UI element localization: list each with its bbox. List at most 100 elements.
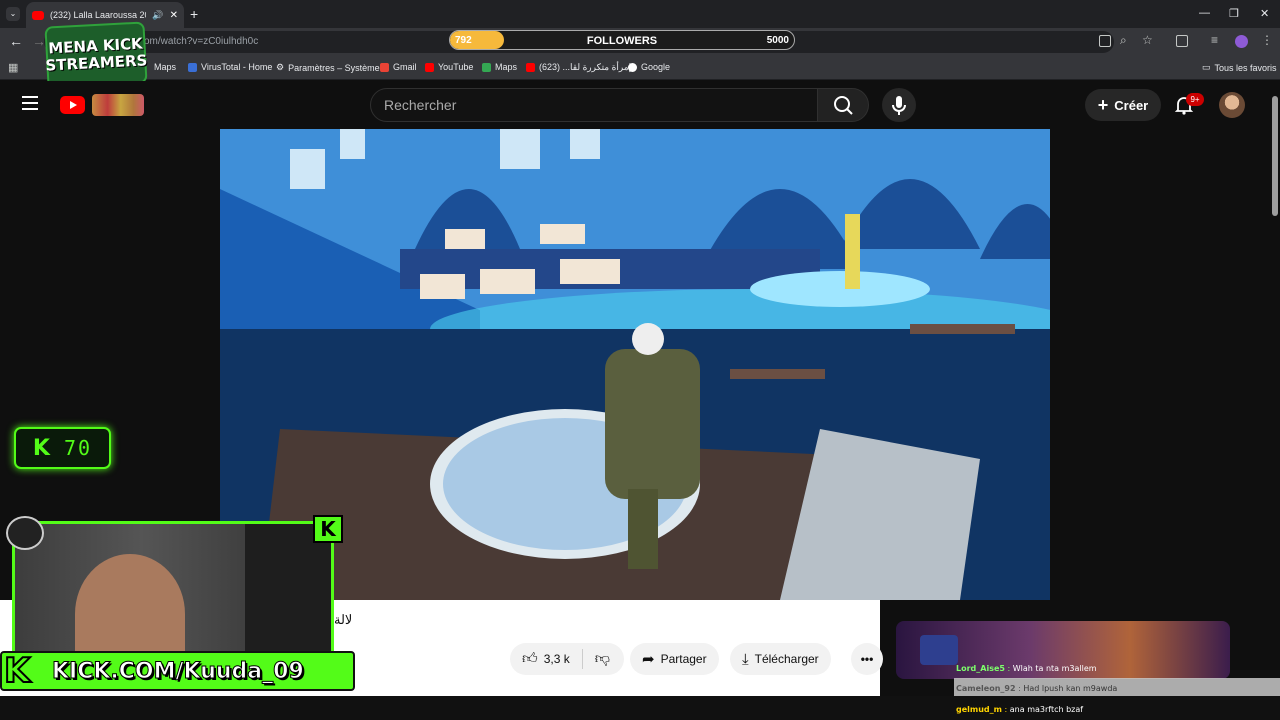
bookmark-maps[interactable]: Maps [154, 62, 176, 72]
chat-username: gelmud_m [956, 705, 1002, 714]
followers-label: FOLLOWERS [586, 35, 658, 47]
window-close-button[interactable]: ✕ [1260, 7, 1269, 20]
zoom-icon[interactable]: ⌕ [1120, 33, 1127, 48]
followers-goal-bar: 792 FOLLOWERS 5000 [449, 30, 795, 50]
youtube-icon [526, 63, 535, 72]
plus-icon: + [1097, 94, 1109, 115]
doodle-figures [92, 94, 144, 116]
bookmark-label: Maps [154, 62, 177, 72]
divider [581, 649, 583, 669]
gear-icon: ⚙ [276, 62, 285, 72]
mena-kick-streamers-logo: MENA KICK STREAMERS [44, 21, 148, 89]
share-label: Partager [660, 652, 707, 666]
chat-message: Lord_Aise5 : Wlah ta nta m3allem [956, 664, 1097, 673]
media-icon[interactable]: ≡ [1211, 33, 1218, 47]
hero-wars-logo [920, 635, 958, 665]
restore-button[interactable]: ❐ [1229, 7, 1239, 20]
download-label: Télécharger [754, 652, 819, 666]
youtube-logo[interactable] [60, 96, 85, 114]
streamer-face [75, 554, 185, 658]
kick-viewer-counter: K 70 [14, 427, 111, 469]
virustotal-icon [188, 62, 197, 72]
streamer-webcam [12, 521, 334, 661]
search-button[interactable] [817, 88, 869, 122]
chat-message: gelmud_m : ana ma3rftch bzaf [956, 705, 1084, 714]
bookmark-virustotal[interactable]: VirusTotal - Home [188, 62, 272, 72]
kick-url-banner: KICK.COM/Kuuda_09 [0, 651, 355, 691]
chat-text: Had lpush kan m9awda [1023, 684, 1118, 693]
youtube-icon [425, 62, 434, 72]
bookmark-youtube[interactable]: YouTube [425, 62, 473, 72]
share-arrow-icon: ➦ [642, 651, 655, 668]
bookmark-maps-2[interactable]: Maps [482, 62, 517, 72]
bookmark-label: Tous les favoris [1214, 62, 1277, 73]
maps-icon [482, 62, 491, 72]
channel-badge-icon [6, 516, 44, 550]
kick-viewer-count: 70 [63, 436, 93, 460]
gmail-icon [380, 62, 389, 72]
notification-badge: 9+ [1186, 93, 1204, 106]
logo-line-2: STREAMERS [45, 51, 148, 75]
bookmark-label: YouTube [438, 62, 474, 72]
kick-url: KICK.COM/Kuuda_09 [52, 658, 305, 684]
thumbs-down-icon[interactable]: 👎︎ [595, 650, 610, 668]
share-button[interactable]: ➦ Partager [630, 643, 719, 675]
bookmark-google[interactable]: Google [628, 62, 670, 72]
create-label: Créer [1114, 97, 1149, 113]
folder-icon: ▭ [1202, 62, 1211, 72]
followers-goal: 5000 [766, 35, 789, 46]
download-icon: ⤓ [742, 650, 749, 668]
back-arrow-icon[interactable]: ← [9, 33, 23, 49]
bookmark-parametres[interactable]: ⚙ Paramètres – Système [276, 62, 380, 73]
thumbs-up-icon[interactable]: 👍︎ [522, 650, 538, 668]
bookmark-video[interactable]: إمرأة متكررة لقا... (623) [526, 62, 631, 73]
bookmark-label: VirusTotal - Home [201, 62, 273, 72]
download-button[interactable]: ⤓ Télécharger [730, 643, 831, 675]
like-dislike-group: 👍︎ 3,3 k 👎︎ [510, 643, 624, 675]
bookmark-gmail[interactable]: Gmail [380, 62, 417, 72]
chat-text: Wlah ta nta m3allem [1012, 664, 1097, 673]
tab-search-button[interactable]: ⌄ [6, 7, 20, 21]
cast-icon[interactable] [1099, 35, 1111, 47]
more-actions-button[interactable]: ••• [851, 643, 883, 675]
video-frame-scene [220, 129, 1050, 600]
video-title: لالة [334, 612, 353, 627]
tab-title: (232) Lalla Laaroussa 2026 | [50, 10, 146, 20]
url-text[interactable]: om/watch?v=zC0iulhdh0c [144, 36, 258, 47]
tab-close-icon[interactable]: ✕ [170, 10, 178, 21]
kick-logo-k-icon: K [3, 650, 31, 692]
kick-corner-icon: K [313, 515, 343, 543]
apps-grid-icon[interactable]: ▦ [8, 61, 18, 74]
voice-search-button[interactable] [882, 88, 916, 122]
bottom-bar [0, 696, 1280, 720]
google-icon [628, 62, 637, 72]
scrollbar-thumb[interactable] [1272, 96, 1278, 216]
bookmark-star-icon[interactable]: ☆ [1142, 33, 1153, 47]
new-tab-button[interactable]: + [190, 6, 198, 22]
dark-background [245, 524, 331, 658]
bookmark-label: Google [641, 62, 671, 72]
create-button[interactable]: + Créer [1085, 89, 1161, 121]
like-count[interactable]: 3,3 k [544, 652, 570, 666]
play-icon [70, 101, 77, 109]
search-icon [834, 96, 853, 115]
microphone-icon [892, 96, 906, 115]
chat-username: Lord_Aise5 [956, 664, 1005, 673]
youtube-favicon-icon [32, 10, 44, 20]
minimize-button[interactable]: — [1199, 7, 1210, 19]
menu-icon[interactable]: ⋮ [1261, 33, 1273, 47]
chat-message: Cameleon_92 : Had lpush kan m9awda [956, 684, 1118, 693]
all-bookmarks[interactable]: ▭ Tous les favoris [1202, 62, 1277, 73]
user-avatar[interactable] [1219, 92, 1245, 118]
extensions-icon[interactable] [1176, 35, 1188, 47]
speaker-icon[interactable]: 🔊 [152, 10, 163, 21]
hamburger-menu-icon[interactable] [22, 96, 38, 110]
video-player[interactable] [220, 129, 1050, 600]
kick-k-icon: K [32, 435, 50, 461]
chat-text: ana ma3rftch bzaf [1009, 705, 1084, 714]
search-input[interactable]: Rechercher [370, 88, 818, 122]
bookmark-label: إمرأة متكررة لقا... (623) [539, 62, 632, 72]
profile-icon[interactable] [1235, 35, 1248, 48]
chat-username: Cameleon_92 [956, 684, 1016, 693]
more-dots-icon: ••• [860, 652, 874, 666]
